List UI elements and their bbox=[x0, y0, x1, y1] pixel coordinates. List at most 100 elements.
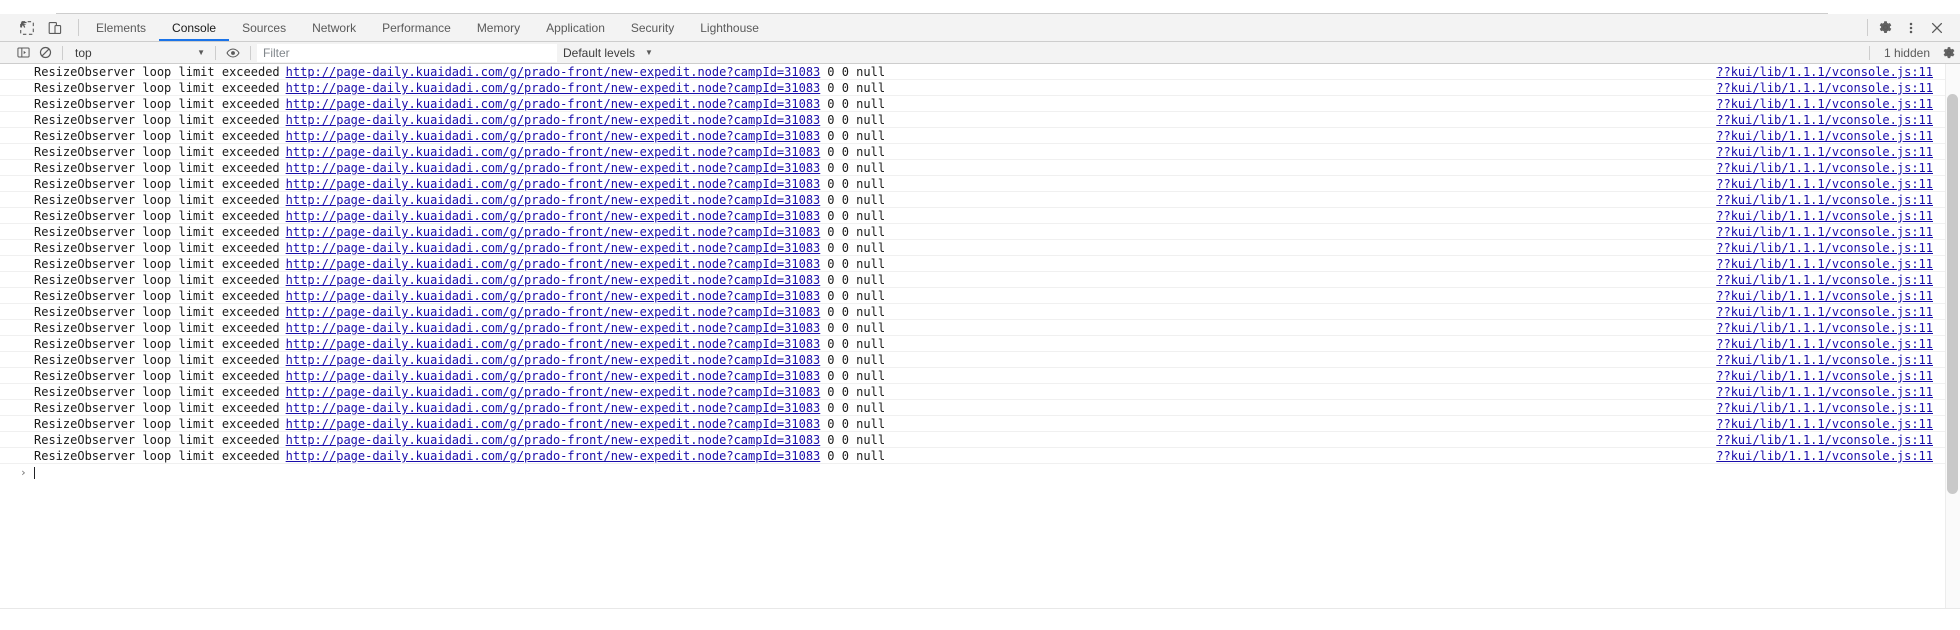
console-message-source-link[interactable]: ??kui/lib/1.1.1/vconsole.js:11 bbox=[1716, 368, 1933, 384]
console-message-row[interactable]: ResizeObserver loop limit exceeded http:/… bbox=[0, 400, 1960, 416]
console-message-row[interactable]: ResizeObserver loop limit exceeded http:/… bbox=[0, 64, 1960, 80]
tab-sources[interactable]: Sources bbox=[229, 14, 299, 41]
console-message-row[interactable]: ResizeObserver loop limit exceeded http:/… bbox=[0, 384, 1960, 400]
log-levels-selector[interactable]: Default levels ▼ bbox=[557, 44, 657, 62]
console-message-url-link[interactable]: http://page-daily.kuaidadi.com/g/prado-f… bbox=[286, 64, 821, 80]
console-message-url-link[interactable]: http://page-daily.kuaidadi.com/g/prado-f… bbox=[286, 416, 821, 432]
console-message-row[interactable]: ResizeObserver loop limit exceeded http:/… bbox=[0, 304, 1960, 320]
tab-elements[interactable]: Elements bbox=[83, 14, 159, 41]
console-message-source-link[interactable]: ??kui/lib/1.1.1/vconsole.js:11 bbox=[1716, 320, 1933, 336]
console-filter-input[interactable] bbox=[257, 43, 557, 62]
console-message-source-link[interactable]: ??kui/lib/1.1.1/vconsole.js:11 bbox=[1716, 384, 1933, 400]
console-message-source-link[interactable]: ??kui/lib/1.1.1/vconsole.js:11 bbox=[1716, 256, 1933, 272]
console-message-source-link[interactable]: ??kui/lib/1.1.1/vconsole.js:11 bbox=[1716, 400, 1933, 416]
console-message-url-link[interactable]: http://page-daily.kuaidadi.com/g/prado-f… bbox=[286, 400, 821, 416]
console-message-source-link[interactable]: ??kui/lib/1.1.1/vconsole.js:11 bbox=[1716, 272, 1933, 288]
console-message-url-link[interactable]: http://page-daily.kuaidadi.com/g/prado-f… bbox=[286, 304, 821, 320]
console-message-source-link[interactable]: ??kui/lib/1.1.1/vconsole.js:11 bbox=[1716, 448, 1933, 464]
console-message-row[interactable]: ResizeObserver loop limit exceeded http:/… bbox=[0, 320, 1960, 336]
tab-network[interactable]: Network bbox=[299, 14, 369, 41]
execution-context-selector[interactable]: top ▼ bbox=[69, 44, 209, 62]
console-message-row[interactable]: ResizeObserver loop limit exceeded http:/… bbox=[0, 272, 1960, 288]
console-message-row[interactable]: ResizeObserver loop limit exceeded http:/… bbox=[0, 96, 1960, 112]
console-message-source-link[interactable]: ??kui/lib/1.1.1/vconsole.js:11 bbox=[1716, 224, 1933, 240]
console-settings-icon[interactable] bbox=[1938, 43, 1960, 63]
prompt-text-caret[interactable] bbox=[34, 466, 35, 479]
console-scrollbar-track[interactable] bbox=[1945, 64, 1960, 608]
console-message-row[interactable]: ResizeObserver loop limit exceeded http:/… bbox=[0, 448, 1960, 464]
console-sidebar-icon[interactable] bbox=[12, 43, 34, 63]
tab-security[interactable]: Security bbox=[618, 14, 687, 41]
console-message-url-link[interactable]: http://page-daily.kuaidadi.com/g/prado-f… bbox=[286, 256, 821, 272]
console-message-url-link[interactable]: http://page-daily.kuaidadi.com/g/prado-f… bbox=[286, 192, 821, 208]
console-message-url-link[interactable]: http://page-daily.kuaidadi.com/g/prado-f… bbox=[286, 144, 821, 160]
console-message-row[interactable]: ResizeObserver loop limit exceeded http:/… bbox=[0, 240, 1960, 256]
console-message-source-link[interactable]: ??kui/lib/1.1.1/vconsole.js:11 bbox=[1716, 144, 1933, 160]
tab-performance[interactable]: Performance bbox=[369, 14, 464, 41]
console-message-row[interactable]: ResizeObserver loop limit exceeded http:/… bbox=[0, 368, 1960, 384]
console-message-source-link[interactable]: ??kui/lib/1.1.1/vconsole.js:11 bbox=[1716, 240, 1933, 256]
tab-application[interactable]: Application bbox=[533, 14, 618, 41]
console-message-row[interactable]: ResizeObserver loop limit exceeded http:/… bbox=[0, 80, 1960, 96]
clear-console-icon[interactable] bbox=[34, 43, 56, 63]
console-message-url-link[interactable]: http://page-daily.kuaidadi.com/g/prado-f… bbox=[286, 368, 821, 384]
console-message-source-link[interactable]: ??kui/lib/1.1.1/vconsole.js:11 bbox=[1716, 336, 1933, 352]
console-message-url-link[interactable]: http://page-daily.kuaidadi.com/g/prado-f… bbox=[286, 176, 821, 192]
console-message-url-link[interactable]: http://page-daily.kuaidadi.com/g/prado-f… bbox=[286, 160, 821, 176]
console-message-url-link[interactable]: http://page-daily.kuaidadi.com/g/prado-f… bbox=[286, 288, 821, 304]
console-message-url-link[interactable]: http://page-daily.kuaidadi.com/g/prado-f… bbox=[286, 432, 821, 448]
console-message-url-link[interactable]: http://page-daily.kuaidadi.com/g/prado-f… bbox=[286, 272, 821, 288]
console-message-source-link[interactable]: ??kui/lib/1.1.1/vconsole.js:11 bbox=[1716, 96, 1933, 112]
console-message-url-link[interactable]: http://page-daily.kuaidadi.com/g/prado-f… bbox=[286, 112, 821, 128]
console-message-url-link[interactable]: http://page-daily.kuaidadi.com/g/prado-f… bbox=[286, 240, 821, 256]
live-expression-icon[interactable] bbox=[222, 43, 244, 63]
console-message-row[interactable]: ResizeObserver loop limit exceeded http:/… bbox=[0, 160, 1960, 176]
console-message-row[interactable]: ResizeObserver loop limit exceeded http:/… bbox=[0, 208, 1960, 224]
console-message-source-link[interactable]: ??kui/lib/1.1.1/vconsole.js:11 bbox=[1716, 208, 1933, 224]
gear-icon[interactable] bbox=[1872, 16, 1898, 40]
console-message-source-link[interactable]: ??kui/lib/1.1.1/vconsole.js:11 bbox=[1716, 304, 1933, 320]
console-message-row[interactable]: ResizeObserver loop limit exceeded http:/… bbox=[0, 432, 1960, 448]
device-toolbar-icon[interactable] bbox=[42, 16, 68, 40]
console-message-url-link[interactable]: http://page-daily.kuaidadi.com/g/prado-f… bbox=[286, 224, 821, 240]
console-message-row[interactable]: ResizeObserver loop limit exceeded http:/… bbox=[0, 288, 1960, 304]
console-message-row[interactable]: ResizeObserver loop limit exceeded http:/… bbox=[0, 256, 1960, 272]
console-message-source-link[interactable]: ??kui/lib/1.1.1/vconsole.js:11 bbox=[1716, 64, 1933, 80]
close-icon[interactable] bbox=[1924, 16, 1950, 40]
inspect-element-icon[interactable] bbox=[14, 16, 40, 40]
console-message-row[interactable]: ResizeObserver loop limit exceeded http:/… bbox=[0, 192, 1960, 208]
console-message-url-link[interactable]: http://page-daily.kuaidadi.com/g/prado-f… bbox=[286, 336, 821, 352]
tab-memory[interactable]: Memory bbox=[464, 14, 533, 41]
console-message-source-link[interactable]: ??kui/lib/1.1.1/vconsole.js:11 bbox=[1716, 288, 1933, 304]
console-message-source-link[interactable]: ??kui/lib/1.1.1/vconsole.js:11 bbox=[1716, 160, 1933, 176]
console-message-url-link[interactable]: http://page-daily.kuaidadi.com/g/prado-f… bbox=[286, 320, 821, 336]
console-message-source-link[interactable]: ??kui/lib/1.1.1/vconsole.js:11 bbox=[1716, 80, 1933, 96]
console-message-url-link[interactable]: http://page-daily.kuaidadi.com/g/prado-f… bbox=[286, 384, 821, 400]
console-message-row[interactable]: ResizeObserver loop limit exceeded http:/… bbox=[0, 352, 1960, 368]
console-prompt-row[interactable]: › bbox=[0, 464, 1960, 481]
console-message-row[interactable]: ResizeObserver loop limit exceeded http:/… bbox=[0, 144, 1960, 160]
console-message-url-link[interactable]: http://page-daily.kuaidadi.com/g/prado-f… bbox=[286, 80, 821, 96]
tab-lighthouse[interactable]: Lighthouse bbox=[687, 14, 772, 41]
console-message-url-link[interactable]: http://page-daily.kuaidadi.com/g/prado-f… bbox=[286, 352, 821, 368]
console-message-url-link[interactable]: http://page-daily.kuaidadi.com/g/prado-f… bbox=[286, 208, 821, 224]
console-message-row[interactable]: ResizeObserver loop limit exceeded http:/… bbox=[0, 176, 1960, 192]
console-message-source-link[interactable]: ??kui/lib/1.1.1/vconsole.js:11 bbox=[1716, 352, 1933, 368]
console-message-row[interactable]: ResizeObserver loop limit exceeded http:/… bbox=[0, 128, 1960, 144]
console-message-source-link[interactable]: ??kui/lib/1.1.1/vconsole.js:11 bbox=[1716, 128, 1933, 144]
tab-console[interactable]: Console bbox=[159, 14, 230, 41]
console-message-url-link[interactable]: http://page-daily.kuaidadi.com/g/prado-f… bbox=[286, 96, 821, 112]
console-message-row[interactable]: ResizeObserver loop limit exceeded http:/… bbox=[0, 112, 1960, 128]
console-message-row[interactable]: ResizeObserver loop limit exceeded http:/… bbox=[0, 224, 1960, 240]
hidden-messages-count[interactable]: 1 hidden bbox=[1876, 46, 1938, 60]
console-message-url-link[interactable]: http://page-daily.kuaidadi.com/g/prado-f… bbox=[286, 448, 821, 464]
console-message-source-link[interactable]: ??kui/lib/1.1.1/vconsole.js:11 bbox=[1716, 192, 1933, 208]
console-message-source-link[interactable]: ??kui/lib/1.1.1/vconsole.js:11 bbox=[1716, 432, 1933, 448]
console-scrollbar-thumb[interactable] bbox=[1947, 94, 1958, 494]
console-message-source-link[interactable]: ??kui/lib/1.1.1/vconsole.js:11 bbox=[1716, 416, 1933, 432]
console-message-row[interactable]: ResizeObserver loop limit exceeded http:/… bbox=[0, 416, 1960, 432]
more-vertical-icon[interactable] bbox=[1898, 16, 1924, 40]
console-message-source-link[interactable]: ??kui/lib/1.1.1/vconsole.js:11 bbox=[1716, 112, 1933, 128]
console-message-source-link[interactable]: ??kui/lib/1.1.1/vconsole.js:11 bbox=[1716, 176, 1933, 192]
console-message-url-link[interactable]: http://page-daily.kuaidadi.com/g/prado-f… bbox=[286, 128, 821, 144]
